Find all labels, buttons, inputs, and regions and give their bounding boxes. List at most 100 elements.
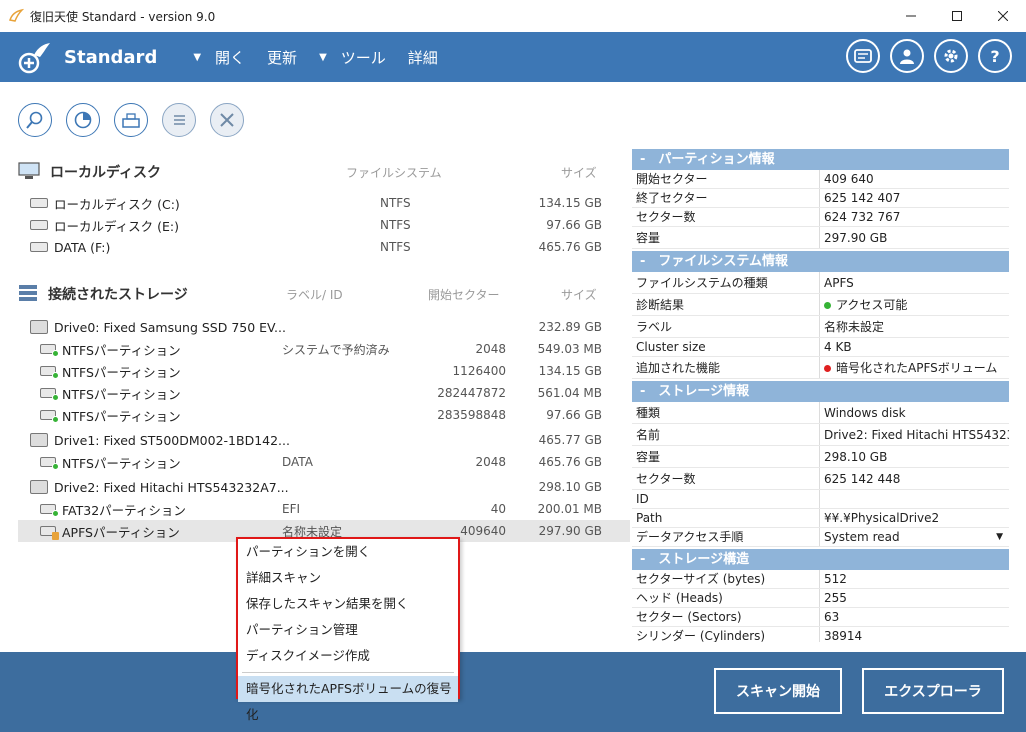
monitor-icon [18,161,40,183]
search-icon[interactable] [18,103,52,137]
window-title: 復旧天使 Standard - version 9.0 [30,9,216,24]
feature-text: 暗号化されたAPFSボリューム [836,361,998,375]
info-key: ファイルシステムの種類 [632,272,820,293]
help-icon[interactable]: ? [978,39,1012,73]
menu-deep-scan[interactable]: 詳細スキャン [238,565,458,591]
menu-open-saved-scan[interactable]: 保存したスキャン結果を開く [238,591,458,617]
partition-label: EFI [282,502,301,516]
info-row: 診断結果 アクセス可能 [632,294,1009,316]
local-disk-fs: NTFS [380,196,411,210]
info-row: 終了セクター 625 142 407 [632,189,1009,208]
partition-row[interactable]: FAT32パーティション EFI 40 200.01 MB [18,498,630,520]
menu-tools-label: ツール [340,48,386,67]
info-value: 512 [824,572,847,586]
partition-icon [40,388,59,401]
partition-row[interactable]: NTFSパーティション システムで予約済み 2048 549.03 MB [18,338,630,360]
partition-row[interactable]: NTFSパーティション 1126400 134.15 GB [18,360,630,382]
local-disk-row[interactable]: DATA (F:) NTFS 465.76 GB [18,236,630,258]
local-disk-row[interactable]: ローカルディスク (E:) NTFS 97.66 GB [18,214,630,236]
local-disk-title: ローカルディスク [50,165,162,181]
partition-start: 1126400 [452,364,506,378]
partition-icon [40,366,59,379]
local-disk-fs: NTFS [380,240,411,254]
menu-tools[interactable]: ▼ ツール [319,47,386,68]
close-icon[interactable] [210,103,244,137]
col-size: サイズ [561,165,597,180]
chart-icon[interactable] [66,103,100,137]
info-value: Drive2: Fixed Hitachi HTS54323 [824,428,1009,442]
info-row: セクター数 625 142 448 [632,468,1009,490]
structure-info-header[interactable]: - ストレージ構造 [632,549,1009,570]
info-key: ヘッド (Heads) [632,589,820,607]
info-key: データアクセス手順 [632,528,820,546]
partition-size: 561.04 MB [537,386,602,400]
menu-create-disk-image[interactable]: ディスクイメージ作成 [238,643,458,669]
info-value: 暗号化されたAPFSボリューム [820,357,1009,378]
info-row: データアクセス手順 System read ▼ [632,528,1009,547]
info-key: ラベル [632,316,820,337]
info-row: ID [632,490,1009,509]
partition-start: 283598848 [437,408,506,422]
drive-row[interactable]: Drive0: Fixed Samsung SSD 750 EV... 232.… [18,316,630,338]
info-key: 終了セクター [632,189,820,207]
minimize-button[interactable] [888,0,934,32]
menu-open[interactable]: ▼ 開く [193,47,245,68]
partition-row[interactable]: NTFSパーティション 282447872 561.04 MB [18,382,630,404]
menu-partition-management[interactable]: パーティション管理 [238,617,458,643]
local-disk-size: 134.15 GB [538,196,602,210]
menu-details[interactable]: 詳細 [408,47,438,68]
info-key: セクター数 [632,208,820,226]
card-icon[interactable] [846,39,880,73]
info-value: 63 [824,610,840,624]
maximize-button[interactable] [934,0,980,32]
partition-start: 40 [490,502,506,516]
info-row: 種類 Windows disk [632,402,1009,424]
context-menu: パーティションを開く 詳細スキャン 保存したスキャン結果を開く パーティション管… [236,537,460,722]
partition-row[interactable]: NTFSパーティション DATA 2048 465.76 GB [18,451,630,473]
partition-size: 97.66 GB [546,408,602,422]
menu-decrypt-apfs[interactable]: 暗号化されたAPFSボリュームの復号化 [238,676,458,722]
storage-info-header[interactable]: - ストレージ情報 [632,381,1009,402]
info-row: Cluster size 4 KB [632,338,1009,357]
partition-tool-icon[interactable] [114,103,148,137]
partition-row[interactable]: NTFSパーティション 283598848 97.66 GB [18,404,630,426]
info-value: 255 [824,591,847,605]
info-key: ID [632,490,820,508]
menu-refresh[interactable]: 更新 [267,47,297,68]
angel-wing-icon [8,8,25,24]
drive-row[interactable]: Drive2: Fixed Hitachi HTS543232A7... 298… [18,476,630,498]
info-row: 容量 297.90 GB [632,227,1009,249]
info-row: Path ¥¥.¥PhysicalDrive2 [632,509,1009,528]
storage-icon [18,284,38,305]
info-key: セクター (Sectors) [632,608,820,626]
partition-info-header[interactable]: - パーティション情報 [632,149,1009,170]
local-disk-row[interactable]: ローカルディスク (C:) NTFS 134.15 GB [18,192,630,214]
info-key: シリンダー (Cylinders) [632,627,820,642]
fs-info-header[interactable]: - ファイルシステム情報 [632,251,1009,272]
logo-icon [14,37,54,77]
info-value: 625 142 407 [824,191,901,205]
list-icon[interactable] [162,103,196,137]
info-key: 容量 [632,446,820,467]
start-scan-button[interactable]: スキャン開始 [714,668,842,714]
partition-name: NTFSパーティション [62,408,181,424]
info-value: 38914 [824,629,863,642]
dropdown-arrow-icon: ▼ [193,51,202,63]
user-icon[interactable] [890,39,924,73]
partition-icon [40,344,59,357]
drive-row[interactable]: Drive1: Fixed ST500DM002-1BD142... 465.7… [18,429,630,451]
access-method-select[interactable]: System read ▼ [820,528,1009,546]
partition-name: NTFSパーティション [62,386,181,402]
info-key: 診断結果 [632,294,820,315]
drive-size: 465.77 GB [538,433,602,447]
partition-size: 549.03 MB [537,342,602,356]
explorer-button[interactable]: エクスプローラ [862,668,1004,714]
hdd-icon [30,220,48,230]
info-value: 4 KB [824,340,852,354]
gear-icon[interactable] [934,39,968,73]
menu-open-partition[interactable]: パーティションを開く [238,539,458,565]
close-window-button[interactable] [980,0,1026,32]
drive-name: Drive2: Fixed Hitachi HTS543232A7... [54,479,289,495]
footer-bar: スキャン開始 エクスプローラ [0,652,1026,732]
storage-header: 接続されたストレージ ラベル/ ID 開始セクター サイズ [18,280,630,308]
